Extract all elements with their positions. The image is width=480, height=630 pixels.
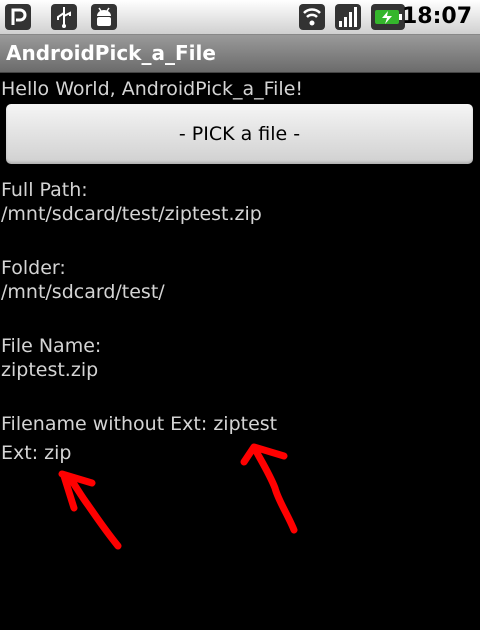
arrow-ext-icon: [58, 470, 122, 550]
annotation-arrows: [58, 443, 298, 550]
arrow-filename-icon: [240, 443, 298, 534]
